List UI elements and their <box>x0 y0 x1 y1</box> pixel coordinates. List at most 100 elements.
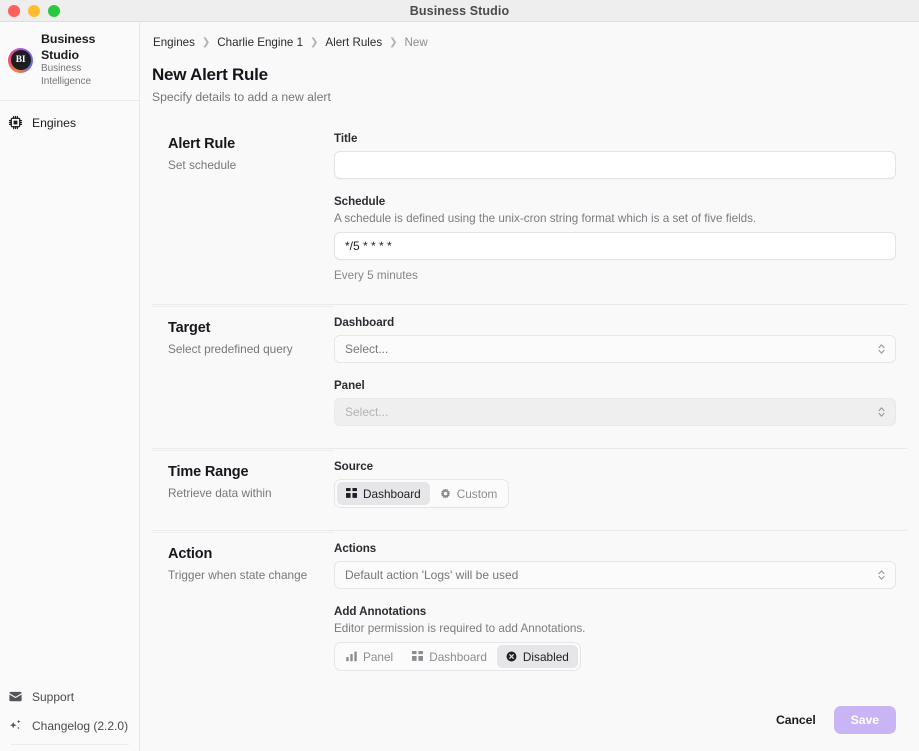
sidebar-divider <box>10 744 129 745</box>
section-target: Target Select predefined query Dashboard… <box>152 304 907 448</box>
close-window-button[interactable] <box>8 4 20 17</box>
zoom-window-button[interactable] <box>48 4 60 17</box>
section-action: Action Trigger when state change Actions… <box>152 530 907 693</box>
section-title: Action <box>168 546 213 562</box>
envelope-icon <box>8 689 23 704</box>
main-content: Engines ❯ Charlie Engine 1 ❯ Alert Rules… <box>140 22 919 751</box>
window-title: Business Studio <box>409 3 510 18</box>
annotations-option-disabled[interactable]: Disabled <box>496 645 578 668</box>
schedule-input[interactable] <box>334 232 896 260</box>
cancel-button[interactable]: Cancel <box>766 706 826 734</box>
circle-x-icon <box>506 651 517 662</box>
section-description: Trigger when state change <box>168 568 308 582</box>
schedule-label: Schedule <box>334 195 386 208</box>
sidebar-footer: Support Changelog (2.2.0) <box>0 682 139 751</box>
source-option-dashboard[interactable]: Dashboard <box>337 482 430 505</box>
annotations-option-panel[interactable]: Panel <box>337 645 402 668</box>
cpu-chip-icon <box>8 115 23 130</box>
field-panel: Panel Select... <box>334 379 896 426</box>
sidebar-item-engines[interactable]: Engines <box>0 109 139 136</box>
minimize-window-button[interactable] <box>28 4 40 17</box>
brand-title: Business Studio <box>41 32 96 62</box>
field-add-annotations: Add Annotations Editor permission is req… <box>334 605 896 671</box>
gear-icon <box>440 488 451 499</box>
save-button[interactable]: Save <box>833 706 896 734</box>
source-label: Source <box>334 460 374 473</box>
section-header: Alert Rule Set schedule <box>152 132 334 282</box>
schedule-help: Every 5 minutes <box>334 269 418 282</box>
field-source: Source Dashboard Custom <box>334 460 896 508</box>
brand-header[interactable]: BI Business Studio Business Intelligence <box>0 22 139 101</box>
section-description: Select predefined query <box>168 342 293 356</box>
actions-select-value: Default action 'Logs' will be used <box>345 568 519 582</box>
section-body: Title Schedule A schedule is defined usi… <box>334 132 907 282</box>
chevron-right-icon: ❯ <box>201 37 211 48</box>
field-schedule: Schedule A schedule is defined using the… <box>334 195 896 282</box>
schedule-hint: A schedule is defined using the unix-cro… <box>334 212 757 225</box>
annotations-option-dashboard[interactable]: Dashboard <box>403 645 496 668</box>
chevron-right-icon: ❯ <box>389 37 398 48</box>
breadcrumb-item-alert-rules[interactable]: Alert Rules <box>325 36 382 49</box>
app-logo-text: BI <box>15 55 26 65</box>
chevron-updown-icon <box>877 342 886 356</box>
breadcrumb: Engines ❯ Charlie Engine 1 ❯ Alert Rules… <box>152 36 907 49</box>
brand-text: Business Studio Business Intelligence <box>41 32 129 88</box>
source-option-custom[interactable]: Custom <box>431 482 507 505</box>
field-dashboard: Dashboard Select... <box>334 316 896 363</box>
sidebar-item-changelog[interactable]: Changelog (2.2.0) <box>0 711 139 740</box>
panel-select-value: Select... <box>345 405 389 419</box>
page-title: New Alert Rule <box>152 65 268 84</box>
actions-select[interactable]: Default action 'Logs' will be used <box>334 561 896 589</box>
form-sections: Alert Rule Set schedule Title Schedule A… <box>152 120 907 693</box>
form-footer: Cancel Save <box>140 706 919 751</box>
section-title: Time Range <box>168 464 249 480</box>
section-header: Time Range Retrieve data within <box>152 460 334 508</box>
source-segmented-control: Dashboard Custom <box>334 479 510 508</box>
chevron-updown-icon <box>877 405 886 419</box>
field-title: Title <box>334 132 896 179</box>
chevron-right-icon: ❯ <box>310 37 319 48</box>
section-header: Target Select predefined query <box>152 316 334 426</box>
window-titlebar: Business Studio <box>0 0 919 22</box>
section-title: Alert Rule <box>168 136 235 152</box>
section-body: Actions Default action 'Logs' will be us… <box>334 542 907 671</box>
sparkles-icon <box>8 718 23 733</box>
panel-label: Panel <box>334 379 365 392</box>
traffic-lights <box>0 4 60 17</box>
annotations-segmented-control: Panel Dashboard Disabled <box>334 642 581 671</box>
dashboard-select-value: Select... <box>345 342 389 356</box>
annotations-label: Add Annotations <box>334 605 427 618</box>
panel-select: Select... <box>334 398 896 426</box>
title-input[interactable] <box>334 151 896 179</box>
section-description: Retrieve data within <box>168 486 272 500</box>
sidebar-item-label: Support <box>32 689 75 704</box>
breadcrumb-item-charlie-engine-1[interactable]: Charlie Engine 1 <box>217 36 303 49</box>
sidebar-nav: Engines <box>0 101 139 136</box>
sidebar: BI Business Studio Business Intelligence… <box>0 22 140 751</box>
chevron-updown-icon <box>877 568 886 582</box>
source-option-label: Custom <box>456 486 498 501</box>
dashboard-label: Dashboard <box>334 316 395 329</box>
sidebar-item-support[interactable]: Support <box>0 682 139 711</box>
grid-squares-icon <box>412 651 424 662</box>
section-alert-rule: Alert Rule Set schedule Title Schedule A… <box>152 120 907 304</box>
annotations-option-label: Disabled <box>522 649 569 664</box>
dashboard-select[interactable]: Select... <box>334 335 896 363</box>
section-header: Action Trigger when state change <box>152 542 334 671</box>
app-logo-icon: BI <box>8 47 33 73</box>
field-actions: Actions Default action 'Logs' will be us… <box>334 542 896 589</box>
actions-label: Actions <box>334 542 377 555</box>
annotations-hint: Editor permission is required to add Ann… <box>334 622 586 635</box>
brand-subtitle: Business Intelligence <box>41 63 91 87</box>
section-body: Dashboard Select... Panel Select... <box>334 316 907 426</box>
annotations-option-label: Panel <box>363 649 394 664</box>
bar-chart-icon <box>346 651 357 662</box>
source-option-label: Dashboard <box>363 486 421 501</box>
breadcrumb-item-engines[interactable]: Engines <box>153 36 195 49</box>
sidebar-item-label: Engines <box>32 115 77 130</box>
sidebar-item-label: Changelog (2.2.0) <box>32 718 129 733</box>
page-subtitle: Specify details to add a new alert <box>152 90 331 104</box>
title-label: Title <box>334 132 358 145</box>
breadcrumb-item-new: New <box>404 36 428 49</box>
section-time-range: Time Range Retrieve data within Source D… <box>152 448 907 530</box>
